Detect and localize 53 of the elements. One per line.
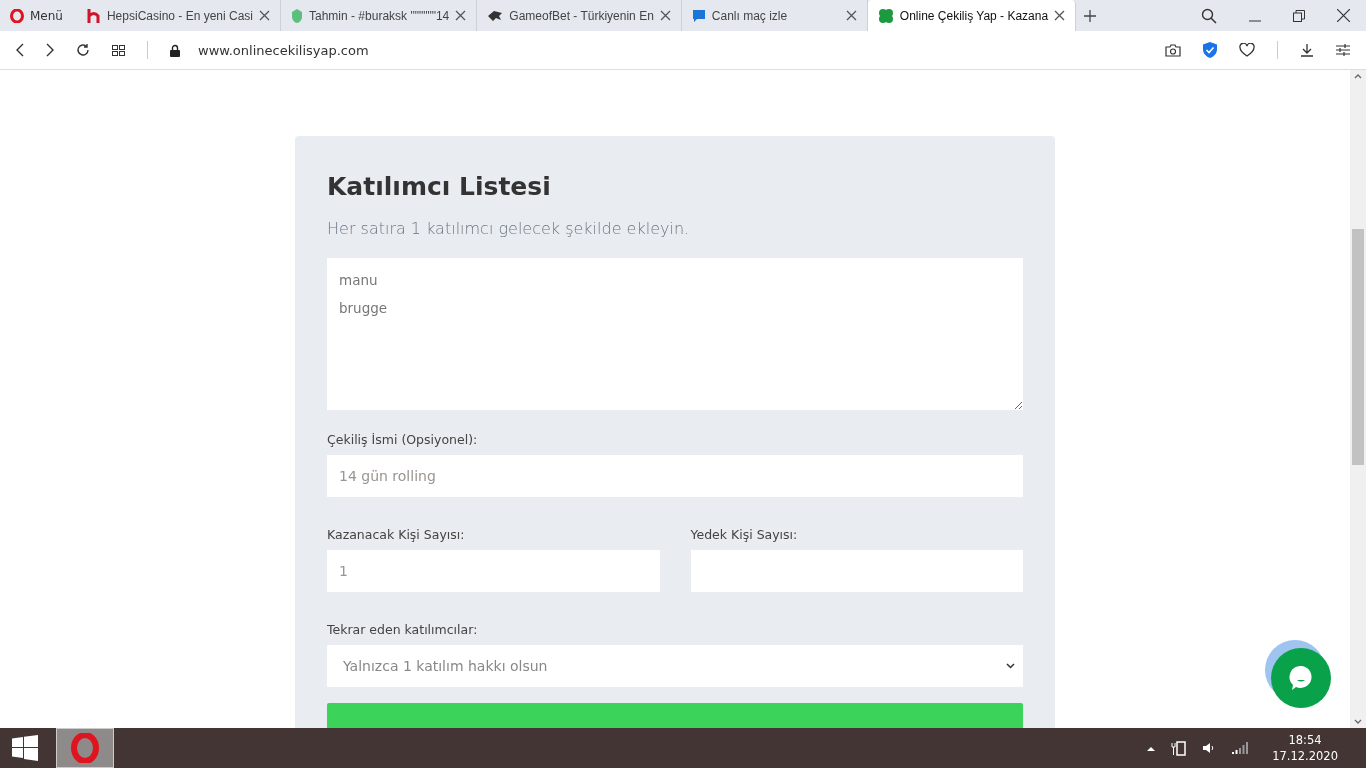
tab-title: Canlı maç izle <box>711 8 789 23</box>
tab-title: HepsiCasino - En yeni Casi <box>106 8 253 23</box>
chevron-down-icon <box>1006 663 1015 669</box>
scroll-up-icon[interactable] <box>1354 74 1362 79</box>
close-icon[interactable] <box>455 10 467 21</box>
search-icon[interactable] <box>1201 7 1217 24</box>
form-subtitle: Her satıra 1 katılımcı gelecek şekilde ekleyin. <box>327 219 691 238</box>
new-tab-icon[interactable] <box>1084 9 1097 22</box>
reload-icon[interactable] <box>76 43 90 57</box>
scrollbar[interactable] <box>1350 70 1366 728</box>
caret-up-icon[interactable] <box>1147 745 1156 751</box>
letter-h-icon <box>86 7 101 24</box>
chat-bubble-icon <box>691 8 706 23</box>
restore-icon[interactable] <box>1293 9 1305 22</box>
close-window-icon[interactable] <box>1337 9 1350 22</box>
forward-icon[interactable] <box>46 43 54 57</box>
close-icon[interactable] <box>1054 10 1066 21</box>
windows-start-icon[interactable] <box>12 735 38 761</box>
clock-date: 17.12.2020 <box>1272 748 1338 764</box>
tab-title: GameofBet - Türkiyenin En <box>509 8 654 23</box>
browser-menu-button[interactable]: Menü <box>0 0 77 31</box>
browser-logo-icon <box>71 733 99 763</box>
download-icon[interactable] <box>1300 43 1314 57</box>
tab-title: Online Çekiliş Yap - Kazana <box>899 8 1049 23</box>
close-icon[interactable] <box>259 10 270 21</box>
scroll-down-icon[interactable] <box>1354 719 1362 724</box>
animal-head-icon <box>487 9 504 22</box>
field-label: Yedek Kişi Sayısı: <box>690 527 799 542</box>
padlock-icon <box>170 43 180 57</box>
address-field[interactable]: www.onlinecekilisyap.com <box>198 42 369 58</box>
battery-icon[interactable] <box>1171 740 1187 756</box>
clover-icon <box>877 7 894 24</box>
tab-title: Tahmin - #buraksk """"""14 <box>309 8 450 23</box>
taskbar-app-button[interactable] <box>56 728 114 768</box>
signal-icon[interactable] <box>1232 742 1249 754</box>
shield-check-icon[interactable] <box>1203 42 1217 58</box>
clock-time: 18:54 <box>1288 732 1322 748</box>
field-label: Tekrar eden katılımcılar: <box>327 622 479 637</box>
repeat-dropdown[interactable]: Yalnızca 1 katılım hakkı olsun <box>327 645 1023 687</box>
browser-tab[interactable]: Online Çekiliş Yap - Kazana <box>867 0 1077 31</box>
close-icon[interactable] <box>845 10 857 21</box>
field-label: Çekiliş İsmi (Opsiyonel): <box>327 432 479 447</box>
settings-sliders-icon[interactable] <box>1336 44 1350 56</box>
form-title: Katılımcı Listesi <box>327 172 552 201</box>
grid-icon[interactable] <box>112 44 125 56</box>
back-icon[interactable] <box>16 43 24 57</box>
heart-icon[interactable] <box>1239 43 1255 57</box>
close-icon[interactable] <box>659 10 671 21</box>
shield-icon <box>291 7 303 24</box>
participants-textarea[interactable]: manu brugge <box>327 258 1023 410</box>
camera-icon[interactable] <box>1165 43 1181 57</box>
field-label: Kazanacak Kişi Sayısı: <box>327 527 466 542</box>
browser-logo-icon <box>10 8 24 23</box>
